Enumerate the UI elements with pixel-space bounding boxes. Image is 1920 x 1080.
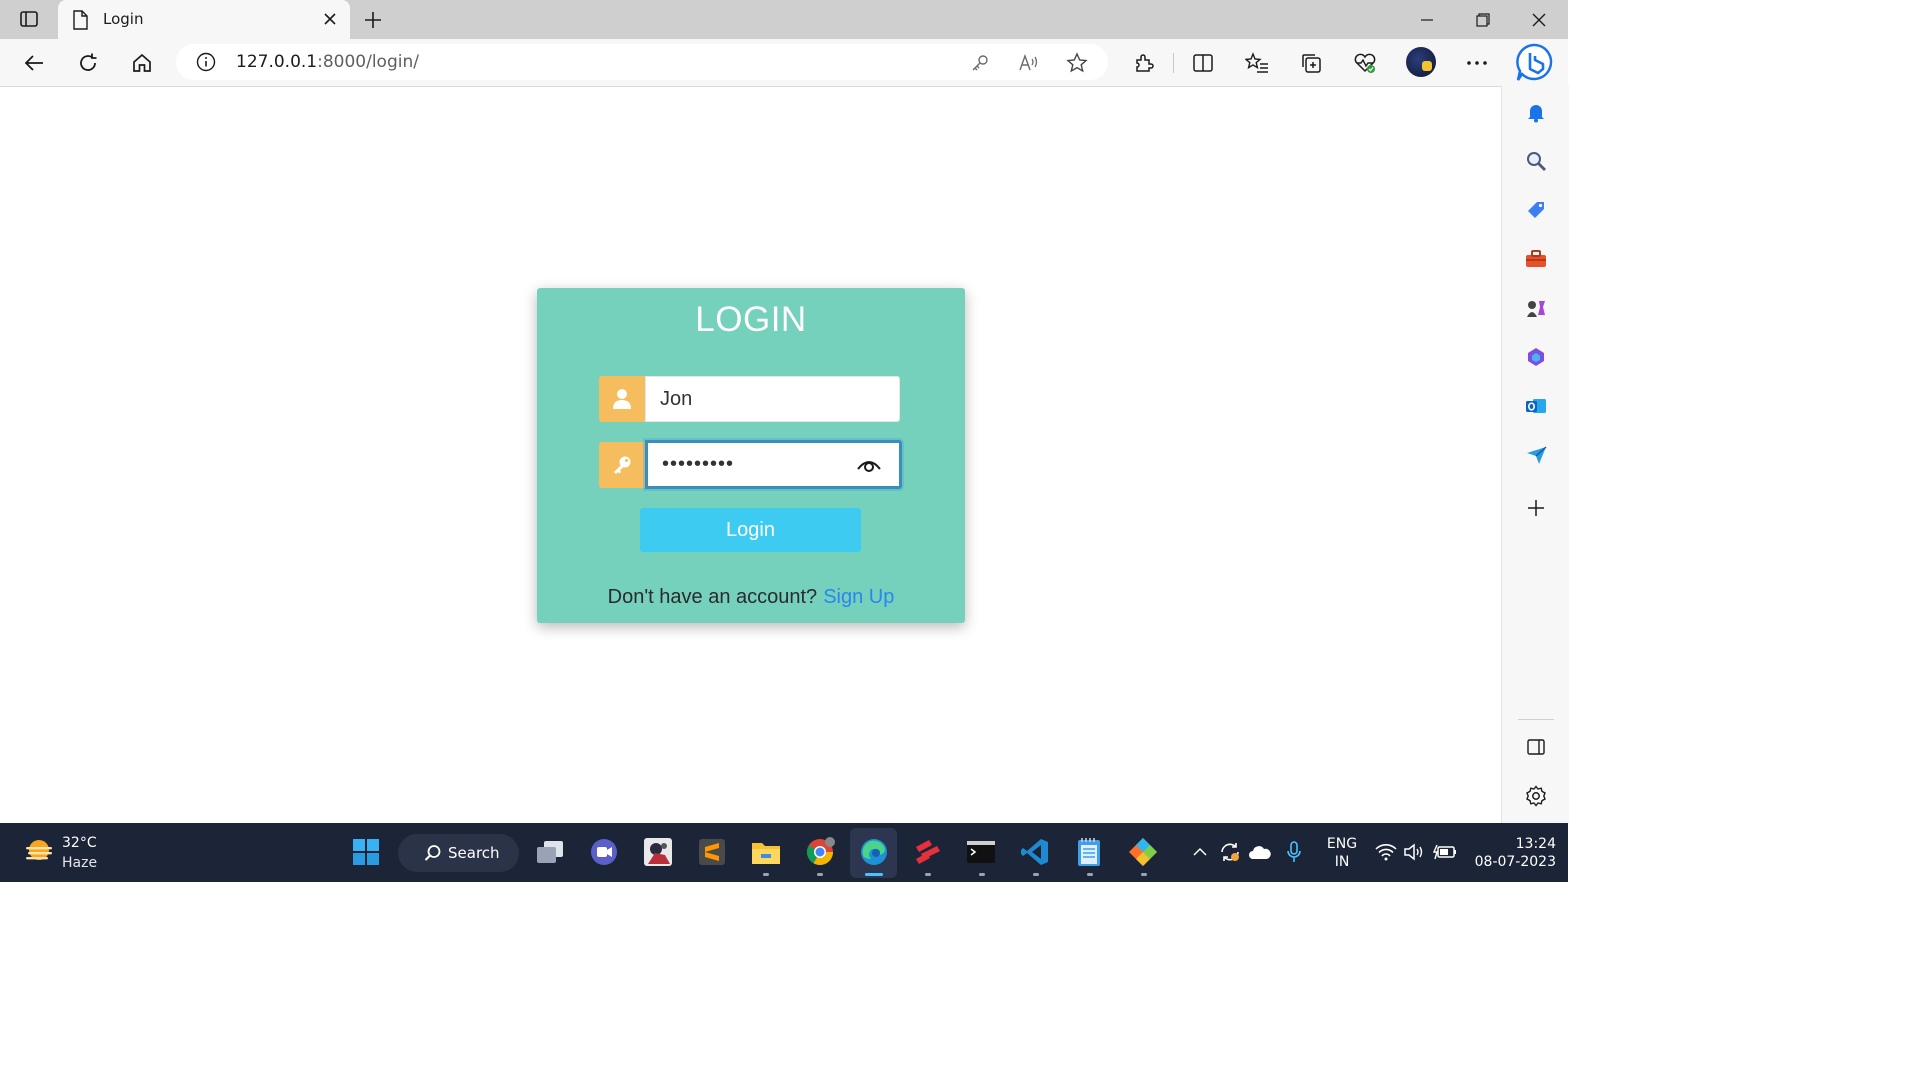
app-running-indicator <box>763 873 769 876</box>
region-code: IN <box>1334 854 1350 870</box>
app-running-indicator <box>979 873 985 876</box>
haze-weather-icon <box>26 840 52 860</box>
volume-icon[interactable] <box>1401 839 1427 865</box>
tools-icon[interactable] <box>1522 245 1550 273</box>
favorites-icon[interactable] <box>1242 48 1272 78</box>
home-icon[interactable] <box>127 48 157 78</box>
minimize-icon[interactable] <box>1414 7 1440 33</box>
read-aloud-icon[interactable] <box>1016 50 1042 76</box>
edge-icon[interactable] <box>857 835 891 869</box>
sidebar-divider <box>1518 719 1554 720</box>
microphone-icon[interactable] <box>1281 839 1307 865</box>
refresh-icon[interactable] <box>73 48 103 78</box>
system-clock[interactable]: 13:24 08-07-2023 <box>1470 835 1556 871</box>
url-host: 127.0.0.1 <box>236 52 318 72</box>
signup-row: Don't have an account? Sign Up <box>537 586 965 609</box>
taskbar-search[interactable]: Search <box>398 834 519 872</box>
sublime-text-icon[interactable] <box>695 835 729 869</box>
terminal-icon[interactable] <box>964 835 998 869</box>
app-running-indicator <box>1087 873 1093 876</box>
clock-time: 13:24 <box>1515 836 1556 852</box>
drop-icon[interactable] <box>1522 441 1550 469</box>
weather-condition: Haze <box>62 855 98 871</box>
url-path: :8000/login/ <box>317 52 419 72</box>
signup-link[interactable]: Sign Up <box>823 586 894 608</box>
favorite-star-icon[interactable] <box>1064 50 1090 76</box>
browser-essentials-icon[interactable] <box>1350 48 1380 78</box>
search-icon <box>424 844 442 862</box>
profile-avatar[interactable] <box>1406 47 1436 77</box>
weather-temperature: 32°C <box>62 835 97 851</box>
split-screen-icon[interactable] <box>1188 48 1218 78</box>
add-icon[interactable] <box>1522 494 1550 522</box>
bing-copilot-icon[interactable] <box>1514 42 1556 84</box>
battery-icon[interactable] <box>1432 839 1458 865</box>
games-icon[interactable] <box>1522 294 1550 322</box>
address-bar[interactable]: 127.0.0.1:8000/login/ <box>176 44 1108 80</box>
language-code: ENG <box>1326 836 1358 852</box>
edge-sidebar <box>1501 86 1569 823</box>
signup-prompt: Don't have an account? <box>607 586 818 608</box>
outlook-icon[interactable] <box>1522 392 1550 420</box>
onedrive-cloud-icon[interactable] <box>1247 839 1273 865</box>
task-view-icon[interactable] <box>533 835 567 869</box>
tab-login[interactable]: Login <box>58 0 350 39</box>
app-running-indicator <box>1033 873 1039 876</box>
back-icon[interactable] <box>19 48 49 78</box>
settings-icon[interactable] <box>1522 782 1550 810</box>
wifi-icon[interactable] <box>1373 839 1399 865</box>
close-window-icon[interactable] <box>1526 7 1552 33</box>
username-input[interactable] <box>645 376 900 422</box>
login-heading: LOGIN <box>695 300 807 339</box>
key-icon[interactable] <box>967 50 993 76</box>
extensions-icon[interactable] <box>1129 48 1159 78</box>
login-button[interactable]: Login <box>640 508 861 552</box>
hide-sidebar-icon[interactable] <box>1522 733 1550 761</box>
notepad-icon[interactable] <box>1072 835 1106 869</box>
notifications-icon[interactable] <box>1522 98 1550 126</box>
key-icon <box>599 442 645 488</box>
search-icon[interactable] <box>1522 147 1550 175</box>
toolbar-divider <box>1173 53 1174 73</box>
vscode-icon[interactable] <box>1018 835 1052 869</box>
git-app-icon[interactable] <box>1126 835 1160 869</box>
app-running-indicator <box>925 873 931 876</box>
language-indicator[interactable]: ENG IN <box>1322 835 1362 871</box>
game-app-icon[interactable] <box>641 835 675 869</box>
url-text[interactable]: 127.0.0.1:8000/login/ <box>236 52 419 72</box>
app-running-indicator <box>817 873 823 876</box>
user-icon <box>599 376 645 422</box>
more-icon[interactable] <box>1462 48 1492 78</box>
microsoft-365-icon[interactable] <box>1522 343 1550 371</box>
tab-title: Login <box>103 10 144 28</box>
anydesk-icon[interactable] <box>911 835 945 869</box>
file-explorer-icon[interactable] <box>749 835 783 869</box>
tab-actions-icon[interactable] <box>10 5 48 33</box>
shopping-icon[interactable] <box>1522 196 1550 224</box>
search-label: Search <box>448 844 500 862</box>
app-active-indicator <box>865 873 883 876</box>
show-password-eye-icon[interactable] <box>855 453 883 477</box>
app-running-indicator <box>1141 873 1147 876</box>
clock-date: 08-07-2023 <box>1474 854 1556 870</box>
chevron-up-icon[interactable] <box>1187 839 1213 865</box>
browser-title-bar: Login <box>0 0 1568 39</box>
sync-icon[interactable] <box>1217 839 1243 865</box>
collections-icon[interactable] <box>1296 48 1326 78</box>
restore-icon[interactable] <box>1470 7 1496 33</box>
close-tab-icon[interactable] <box>322 11 338 27</box>
weather-widget[interactable]: 32°C Haze <box>22 835 97 871</box>
start-windows-icon[interactable] <box>349 835 383 869</box>
page-icon <box>72 10 88 30</box>
chrome-icon[interactable] <box>803 835 837 869</box>
info-icon[interactable] <box>196 52 216 72</box>
windows-taskbar: 32°C Haze Search ENG IN 13:24 08-07-2023 <box>0 823 1568 882</box>
new-tab-icon[interactable] <box>360 7 386 33</box>
teams-chat-icon[interactable] <box>587 835 621 869</box>
browser-toolbar: 127.0.0.1:8000/login/ <box>0 39 1568 87</box>
